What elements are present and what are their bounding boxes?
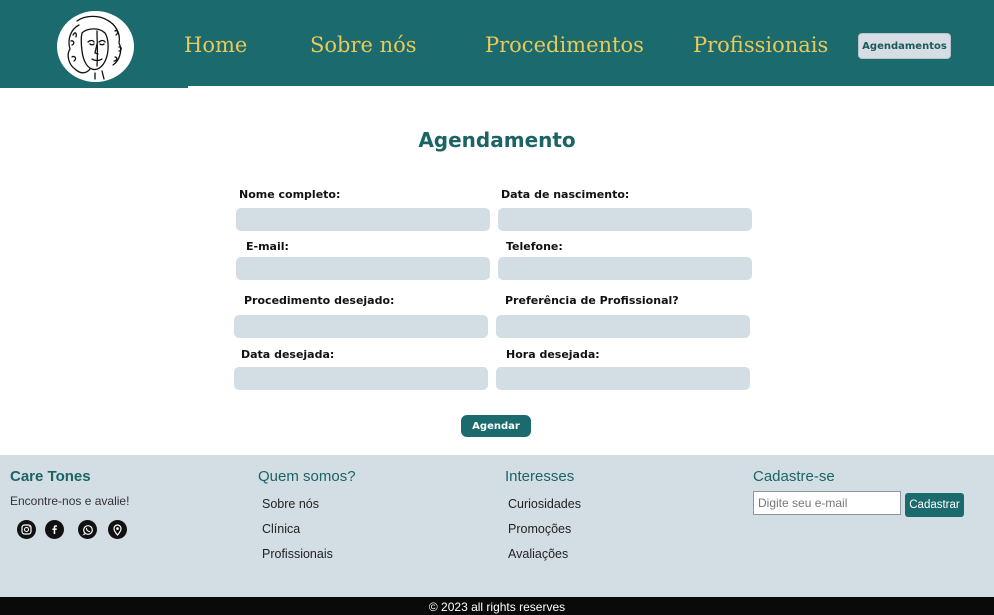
footer-link-curiosidades[interactable]: Curiosidades xyxy=(508,497,581,511)
copyright-bar: © 2023 all rights reserves xyxy=(0,597,994,615)
nav-profissionais[interactable]: Profissionais xyxy=(693,33,828,57)
footer-link-sobre-nos[interactable]: Sobre nós xyxy=(262,497,319,511)
woman-face-line-art-icon xyxy=(67,15,122,80)
location-pin-icon[interactable] xyxy=(108,520,127,539)
footer-quem-somos-title: Quem somos? xyxy=(258,468,356,485)
telefone-field[interactable] xyxy=(498,257,752,280)
logo[interactable] xyxy=(57,11,134,82)
footer-link-promocoes[interactable]: Promoções xyxy=(508,522,571,536)
nome-completo-field[interactable] xyxy=(236,208,490,231)
footer-cadastre-se-title: Cadastre-se xyxy=(753,468,835,485)
label-hora-desejada: Hora desejada: xyxy=(506,348,600,361)
email-field[interactable] xyxy=(236,257,490,280)
label-data-desejada: Data desejada: xyxy=(241,348,335,361)
footer-interesses-title: Interesses xyxy=(505,468,575,485)
header-accent-bar xyxy=(0,84,188,88)
data-desejada-field[interactable] xyxy=(234,367,488,390)
data-nascimento-field[interactable] xyxy=(498,208,752,231)
agendamentos-button[interactable]: Agendamentos xyxy=(858,33,951,59)
nav-home[interactable]: Home xyxy=(184,33,247,57)
label-telefone: Telefone: xyxy=(506,240,563,253)
profissional-field[interactable] xyxy=(496,315,750,338)
label-profissional: Preferência de Profissional? xyxy=(505,294,679,307)
label-data-nascimento: Data de nascimento: xyxy=(501,188,630,201)
label-procedimento: Procedimento desejado: xyxy=(244,294,395,307)
site-footer xyxy=(0,455,994,597)
whatsapp-icon[interactable] xyxy=(78,520,97,539)
footer-link-avaliacoes[interactable]: Avaliações xyxy=(508,547,568,561)
cadastrar-button[interactable]: Cadastrar xyxy=(905,493,964,517)
label-email: E-mail: xyxy=(246,240,289,253)
footer-brand-subtitle: Encontre-nos e avalie! xyxy=(10,494,130,508)
procedimento-field[interactable] xyxy=(234,315,488,338)
page-title: Agendamento xyxy=(418,128,576,152)
nav-procedimentos[interactable]: Procedimentos xyxy=(485,33,644,57)
nav-sobre-nos[interactable]: Sobre nós xyxy=(310,33,417,57)
newsletter-email-input[interactable]: Digite seu e-mail xyxy=(753,491,901,515)
agendar-button[interactable]: Agendar xyxy=(461,415,531,437)
footer-brand-title: Care Tones xyxy=(10,468,91,485)
footer-link-clinica[interactable]: Clínica xyxy=(262,522,300,536)
hora-desejada-field[interactable] xyxy=(496,367,750,390)
facebook-icon[interactable] xyxy=(45,520,64,539)
site-header: Home Sobre nós Procedimentos Profissiona… xyxy=(0,0,994,86)
instagram-icon[interactable] xyxy=(17,520,36,539)
footer-link-profissionais[interactable]: Profissionais xyxy=(262,547,333,561)
label-nome-completo: Nome completo: xyxy=(239,188,341,201)
